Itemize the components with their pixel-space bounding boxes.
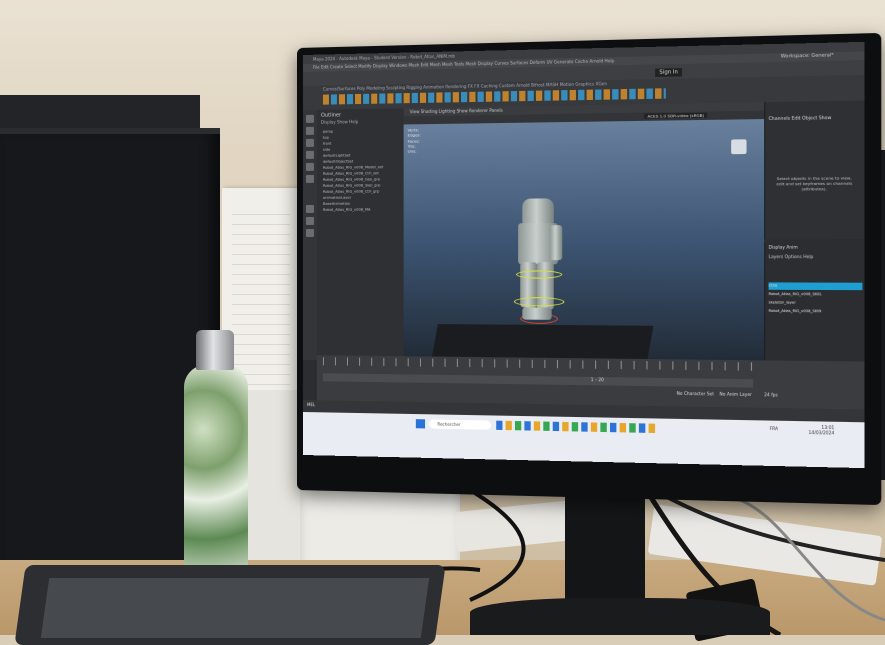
four-view-icon[interactable] <box>305 216 314 225</box>
outliner-panel <box>316 108 405 362</box>
stat-label: Edges: <box>407 132 421 138</box>
rotate-tool-icon[interactable] <box>305 162 314 171</box>
stat-label: UVs: <box>407 148 417 154</box>
range-values: 1 – 20 <box>590 376 604 383</box>
outliner-item[interactable]: side <box>323 148 330 152</box>
robot-feet <box>522 307 552 320</box>
viewport-heads-up-stats: Verts: Edges: Faces: Tris: UVs: <box>408 127 421 154</box>
layer-row-selected[interactable]: Ctrls <box>768 282 863 291</box>
character-set-label: No Character Set <box>676 390 714 397</box>
sign-in-button[interactable]: Sign In <box>655 68 683 77</box>
viewport-3d[interactable] <box>403 102 765 361</box>
channel-box-hint: Select objects in the scene to view, edi… <box>776 175 853 192</box>
outliner-item[interactable]: BaseAnimation <box>323 202 350 206</box>
outliner-layout-icon[interactable] <box>305 228 314 237</box>
color-space-dropdown[interactable]: ACES 1.0 SDR-video (sRGB) <box>644 112 708 119</box>
cable-1 <box>468 488 526 602</box>
outliner-item[interactable]: persp <box>323 130 333 134</box>
taskbar-clock[interactable]: 13:01 14/03/2024 <box>808 424 835 436</box>
outliner-item[interactable]: defaultLightSet <box>323 153 351 157</box>
outliner-item[interactable]: defaultObjectSet <box>323 159 353 163</box>
outliner-item[interactable]: Robot_Atlas_RIG_v008_Geo_grp <box>323 177 380 182</box>
outliner-item[interactable]: Robot_Atlas_RIG_v008_MA <box>323 208 371 212</box>
outliner-menu[interactable]: Display Show Help <box>321 119 358 125</box>
lasso-tool-icon[interactable] <box>305 126 314 135</box>
taskbar-search[interactable]: Rechercher <box>429 419 492 430</box>
single-view-icon[interactable] <box>305 204 314 213</box>
channel-box <box>764 100 865 240</box>
layer-row[interactable]: Robot_Atlas_RIG_v008_SKEL <box>769 291 863 299</box>
outliner-item[interactable]: Robot_Atlas_RIG_v008_Skel_grp <box>323 183 380 187</box>
windows-start-icon[interactable] <box>415 419 426 429</box>
outliner-title: Outliner <box>320 112 342 119</box>
outliner-item[interactable]: front <box>323 142 332 146</box>
control-curve[interactable] <box>516 270 563 279</box>
paint-select-icon[interactable] <box>305 138 314 147</box>
mel-label[interactable]: MEL <box>307 402 315 407</box>
channel-box-menu[interactable]: Channels Edit Object Show <box>769 115 832 121</box>
outliner-item[interactable]: Robot_Atlas_RIG_v008_Model_set <box>323 165 383 170</box>
workspace-selector[interactable]: Workspace: General* <box>781 53 834 59</box>
layer-row[interactable]: Robot_Atlas_RIG_v008_SKIN <box>769 308 863 316</box>
layer-editor-menu[interactable]: Layers Options Help <box>769 254 814 259</box>
move-tool-icon[interactable] <box>305 150 314 159</box>
outliner-item[interactable]: animationLayer <box>323 196 351 200</box>
language-indicator[interactable]: FRA <box>770 426 778 431</box>
outliner-item[interactable]: Robot_Atlas_RIG_v008_Ctrl_grp <box>323 189 379 193</box>
clock-date: 14/03/2024 <box>808 429 835 436</box>
anim-layer-label: No Anim Layer <box>719 391 752 398</box>
monitor-stand-base <box>470 598 770 635</box>
layer-editor-tabs[interactable]: Display Anim <box>769 244 798 249</box>
select-tool-icon[interactable] <box>305 114 314 123</box>
outliner-item[interactable]: top <box>323 136 329 140</box>
outliner-item[interactable]: Robot_Atlas_RIG_v008_Ctrl_set <box>323 171 379 176</box>
view-cube-icon[interactable] <box>731 139 747 155</box>
range-start[interactable]: 1 <box>591 377 594 382</box>
fps-dropdown[interactable]: 24 fps <box>764 392 778 397</box>
tablet-screen <box>40 578 430 638</box>
range-end[interactable]: 20 <box>598 377 603 382</box>
cable-4 <box>739 498 885 622</box>
layer-row[interactable]: skeleton_layer <box>769 299 863 307</box>
control-curve[interactable] <box>513 297 565 307</box>
robot-model[interactable] <box>512 198 565 342</box>
scale-tool-icon[interactable] <box>305 174 314 183</box>
monitor-screen: Maya 2024 - Autodesk Maya - Student Vers… <box>303 41 865 469</box>
robot-arm <box>549 225 563 261</box>
